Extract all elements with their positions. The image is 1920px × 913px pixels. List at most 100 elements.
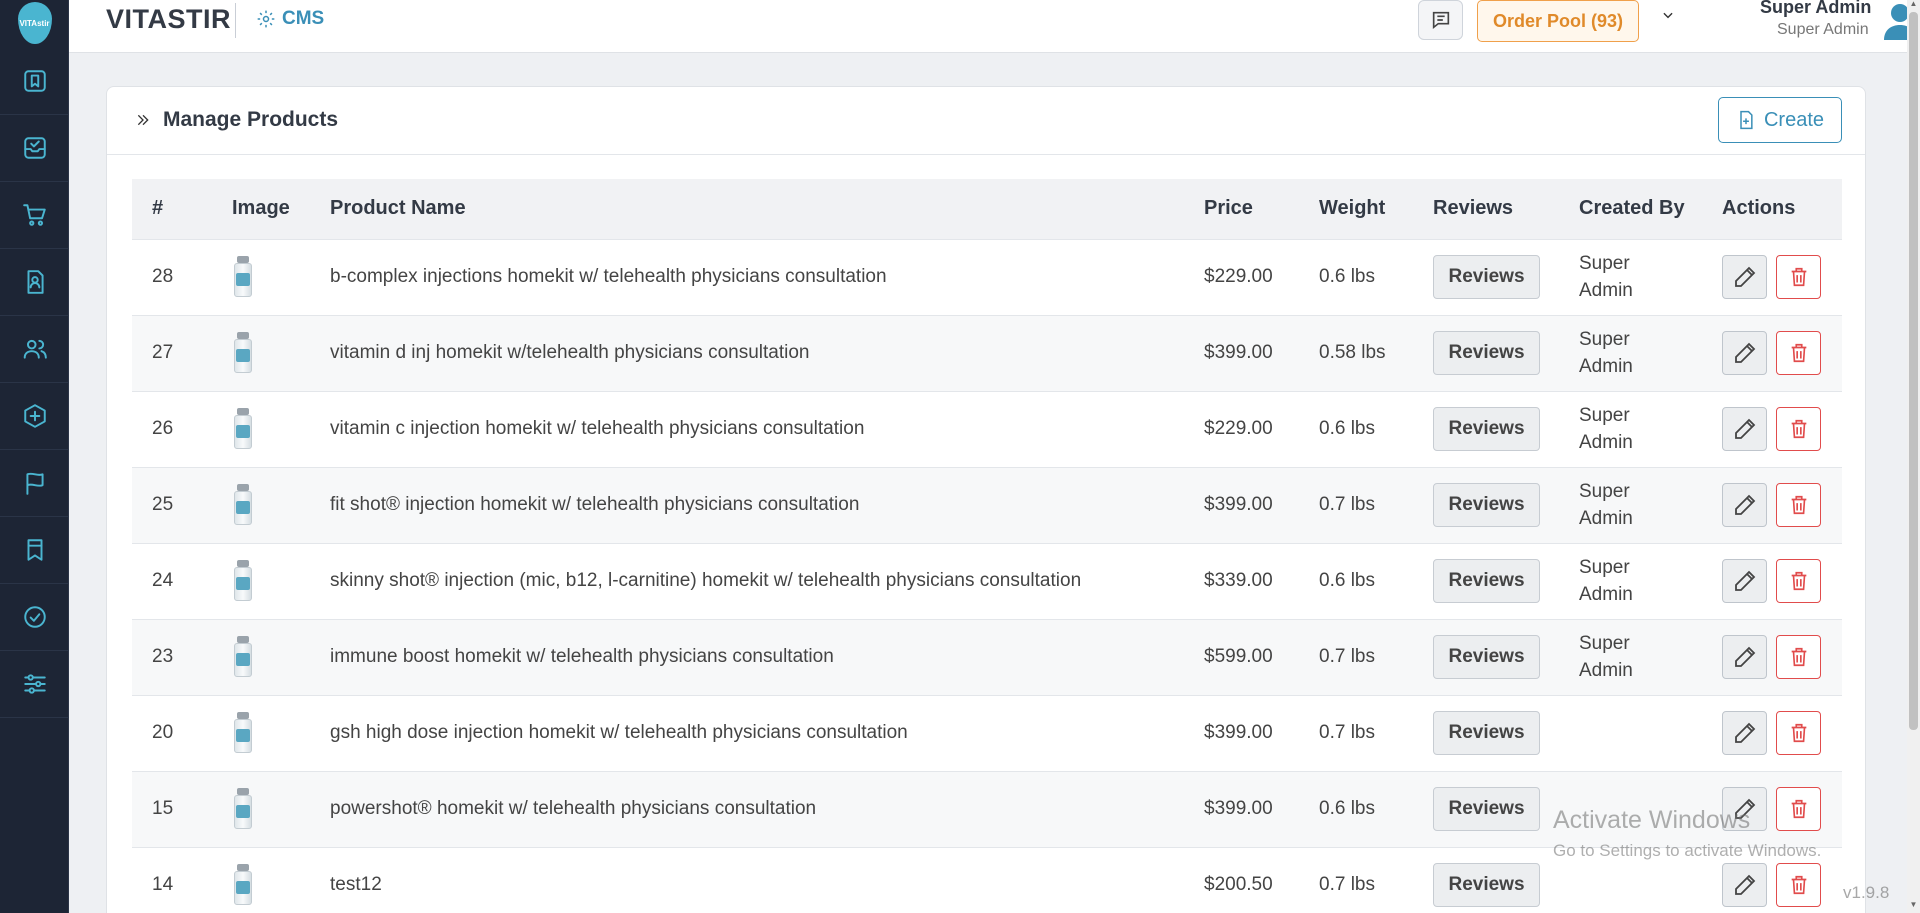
- user-name[interactable]: Super Admin: [1760, 0, 1871, 18]
- delete-button[interactable]: [1776, 863, 1821, 908]
- delete-button[interactable]: [1776, 331, 1821, 375]
- reviews-cell: Reviews: [1413, 771, 1559, 847]
- product-name: powershot® homekit w/ telehealth physici…: [330, 798, 817, 819]
- reviews-button[interactable]: Reviews: [1433, 787, 1540, 831]
- product-weight: 0.6 lbs: [1319, 266, 1375, 287]
- created-by-cell: Super Admin: [1559, 543, 1702, 619]
- trash-icon: [1791, 495, 1806, 515]
- header-image: Image: [232, 197, 290, 220]
- sidebar-item-cart[interactable]: [0, 182, 69, 249]
- table-row: 20 gsh high dose injection homekit w/ tel…: [132, 695, 1842, 771]
- trash-icon: [1791, 647, 1806, 667]
- vial-image-icon: [232, 484, 254, 526]
- brand-name[interactable]: VITASTIR: [106, 4, 231, 35]
- sidebar-item-inbox[interactable]: [0, 115, 69, 182]
- product-price: $599.00: [1204, 646, 1273, 667]
- edit-button[interactable]: [1722, 863, 1767, 908]
- vial-image-icon: [232, 636, 254, 678]
- edit-button[interactable]: [1722, 483, 1767, 527]
- sidebar-item-settings[interactable]: [0, 651, 69, 718]
- pencil-icon: [1734, 418, 1755, 439]
- sidebar-item-doctors[interactable]: [0, 249, 69, 316]
- delete-button[interactable]: [1776, 711, 1821, 755]
- logo[interactable]: VITAstir: [0, 0, 69, 48]
- products-card: Manage Products Create # Image Product N…: [106, 86, 1866, 913]
- created-by-cell: [1559, 695, 1702, 771]
- sidebar-item-flag[interactable]: [0, 450, 69, 517]
- vial-image-icon: [232, 560, 254, 602]
- cms-link[interactable]: CMS: [256, 8, 324, 30]
- reviews-button[interactable]: Reviews: [1433, 255, 1540, 299]
- delete-button[interactable]: [1776, 635, 1821, 679]
- message-icon: [1432, 11, 1449, 30]
- vial-image-icon: [232, 864, 254, 906]
- reviews-button[interactable]: Reviews: [1433, 559, 1540, 603]
- product-image: [212, 315, 310, 391]
- delete-button[interactable]: [1776, 483, 1821, 527]
- delete-button[interactable]: [1776, 787, 1821, 831]
- edit-button[interactable]: [1722, 331, 1767, 375]
- vial-image-icon: [232, 256, 254, 298]
- reviews-button[interactable]: Reviews: [1433, 635, 1540, 679]
- order-pool-button[interactable]: Order Pool (93): [1477, 0, 1640, 42]
- sidebar-item-approvals[interactable]: [0, 584, 69, 651]
- reviews-cell: Reviews: [1413, 391, 1559, 467]
- reviews-button[interactable]: Reviews: [1433, 331, 1540, 375]
- row-id: 27: [152, 342, 174, 363]
- sidebar-item-pages[interactable]: [0, 517, 69, 584]
- product-name: test12: [330, 874, 382, 896]
- doctor-file-icon: [27, 270, 44, 294]
- reviews-cell: Reviews: [1413, 619, 1559, 695]
- product-name: gsh high dose injection homekit w/ teleh…: [330, 722, 908, 743]
- double-chevron-right-icon[interactable]: [135, 112, 151, 128]
- user-role: Super Admin: [1777, 21, 1869, 38]
- product-image: [212, 619, 310, 695]
- inbox-check-icon: [23, 137, 46, 159]
- product-weight: 0.58 lbs: [1319, 342, 1386, 363]
- scroll-thumb[interactable]: [1909, 12, 1918, 730]
- edit-button[interactable]: [1722, 407, 1767, 451]
- user-menu-toggle[interactable]: [1661, 8, 1675, 25]
- actions-cell: [1702, 239, 1842, 315]
- app-version: v1.9.8: [1843, 883, 1890, 902]
- row-id: 26: [152, 418, 174, 439]
- table-row: 28 b-complex injections homekit w/ telehe…: [132, 239, 1842, 315]
- cart-icon: [22, 204, 46, 226]
- users-icon: [23, 339, 47, 359]
- edit-button[interactable]: [1722, 711, 1767, 755]
- sidebar-item-users[interactable]: [0, 316, 69, 383]
- reviews-button[interactable]: Reviews: [1433, 483, 1540, 527]
- reviews-cell: Reviews: [1413, 695, 1559, 771]
- delete-button[interactable]: [1776, 407, 1821, 451]
- edit-button[interactable]: [1722, 635, 1767, 679]
- row-id: 15: [152, 798, 174, 819]
- create-button[interactable]: Create: [1718, 97, 1842, 143]
- delete-button[interactable]: [1776, 559, 1821, 603]
- scroll-down-arrow-icon[interactable]: ▼: [1909, 901, 1918, 909]
- actions-cell: [1702, 467, 1842, 543]
- reviews-button[interactable]: Reviews: [1433, 407, 1540, 451]
- delete-button[interactable]: [1776, 255, 1821, 299]
- reviews-cell: Reviews: [1413, 467, 1559, 543]
- products-table-wrap: # Image Product Name Price Weight Review…: [132, 179, 1842, 913]
- messages-button[interactable]: [1418, 0, 1463, 40]
- sidebar-item-medical[interactable]: [0, 383, 69, 450]
- topbar: VITASTIR CMS Order Pool (93) Super Admin…: [69, 0, 1920, 53]
- sliders-icon: [23, 674, 46, 694]
- created-by: Super Admin: [1579, 633, 1633, 681]
- pencil-icon: [1734, 646, 1755, 667]
- scroll-up-arrow-icon[interactable]: ▲: [1909, 0, 1918, 8]
- product-weight: 0.7 lbs: [1319, 646, 1375, 667]
- page-scrollbar[interactable]: ▲ ▼: [1907, 0, 1920, 913]
- product-price: $339.00: [1204, 570, 1273, 591]
- reviews-cell: Reviews: [1413, 543, 1559, 619]
- edit-button[interactable]: [1722, 255, 1767, 299]
- reviews-button[interactable]: Reviews: [1433, 863, 1540, 908]
- edit-button[interactable]: [1722, 559, 1767, 603]
- created-by: Super Admin: [1579, 481, 1633, 529]
- sidebar-item-bookmark[interactable]: [0, 48, 69, 115]
- logo-drop-icon: VITAstir: [17, 2, 52, 44]
- edit-button[interactable]: [1722, 787, 1767, 831]
- reviews-button[interactable]: Reviews: [1433, 711, 1540, 755]
- chevron-down-icon: [1663, 12, 1673, 19]
